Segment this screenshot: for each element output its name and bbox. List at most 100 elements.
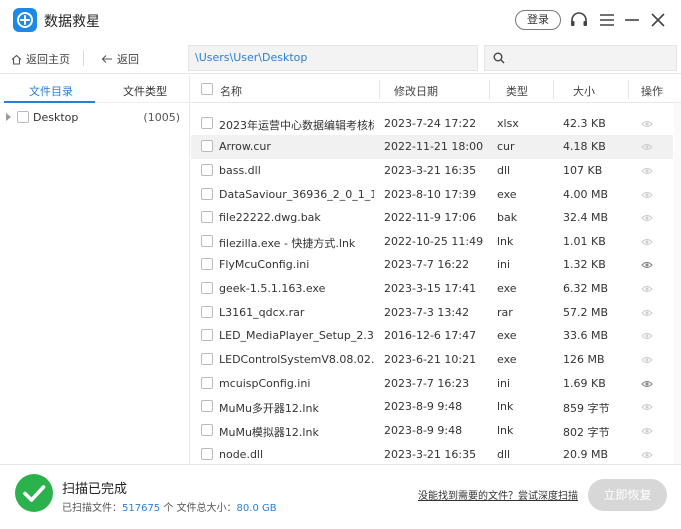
row-checkbox[interactable] [201,423,213,436]
navigation-bar: 返回主页 返回 \Users\User\Desktop [0,42,681,74]
table-row[interactable]: MuMu多开器12.lnk 2023-8-9 9:48 lnk 859 字节 [191,395,673,419]
table-row[interactable]: file22222.dwg.bak 2022-11-9 17:06 bak 32.4 … [191,206,673,230]
modified-date: 2023-3-15 17:41 [384,282,477,296]
scrollbar[interactable] [674,103,681,464]
file-type: xlsx [497,116,519,130]
menu-icon[interactable] [596,9,618,31]
deep-scan-link[interactable]: 没能找到需要的文件？尝试深度扫描 [418,487,578,502]
expand-arrow-icon[interactable] [6,113,11,121]
tree-checkbox[interactable] [17,111,29,123]
modified-date: 2023-7-7 16:23 [384,376,470,390]
tab-file-directory[interactable]: 文件目录 [29,83,73,99]
column-header-name[interactable]: 名称 [220,83,242,99]
row-checkbox[interactable] [201,187,213,200]
preview-eye-icon[interactable] [641,142,653,155]
preview-eye-icon[interactable] [641,450,653,463]
column-header-date[interactable]: 修改日期 [394,83,438,99]
row-checkbox[interactable] [201,353,213,365]
file-name: MuMu模拟器12.lnk [219,425,319,439]
support-headset-icon[interactable] [568,9,590,31]
preview-eye-icon[interactable] [641,402,653,415]
column-header-size[interactable]: 大小 [573,83,595,99]
modified-date: 2023-8-9 9:48 [384,400,463,414]
table-row[interactable]: filezilla.exe - 快捷方式.lnk 2022-10-25 11:49… [191,230,673,254]
row-checkbox[interactable] [201,140,213,153]
scan-summary: 已扫描文件：517675 个 文件总大小：80.0 GB [62,499,277,514]
file-name: MuMu多开器12.lnk [219,402,319,416]
file-name: bass.dll [219,163,261,177]
modified-date: 2023-3-21 16:35 [384,447,477,461]
app-title: 数据救星 [44,14,100,30]
back-button[interactable]: 返回 [101,51,139,67]
row-checkbox[interactable] [201,258,213,271]
column-divider [553,80,554,99]
row-checkbox[interactable] [201,376,213,389]
login-button[interactable]: 登录 [515,10,561,30]
file-name: FlyMcuConfig.ini [219,258,310,272]
table-row[interactable]: FlyMcuConfig.ini 2023-7-7 16:22 ini 1.32 KB [191,253,673,277]
table-row[interactable]: mcuispConfig.ini 2023-7-7 16:23 ini 1.69 KB [191,372,673,396]
home-button[interactable]: 返回主页 [11,51,70,67]
table-row[interactable]: geek-1.5.1.163.exe 2023-3-15 17:41 exe 6.32… [191,277,673,301]
row-checkbox[interactable] [201,234,213,247]
row-checkbox[interactable] [201,211,213,224]
table-row[interactable]: 2023年运营中心数据编辑考核标准. 2023-7-24 17:22 xlsx 42.… [191,112,673,136]
tab-file-type[interactable]: 文件类型 [123,83,167,99]
column-divider [489,80,490,99]
file-size: 4.18 KB [563,140,606,154]
file-name: filezilla.exe - 快捷方式.lnk [219,236,356,250]
preview-eye-icon[interactable] [641,308,653,321]
table-row[interactable]: node.dll 2023-3-21 16:35 dll 20.9 MB [191,443,673,464]
preview-eye-icon[interactable] [641,355,653,368]
column-header-type[interactable]: 类型 [506,83,528,99]
file-size: 4.00 MB [563,187,609,201]
preview-eye-icon[interactable] [641,379,653,392]
preview-eye-icon[interactable] [641,284,653,297]
modified-date: 2023-8-10 17:39 [384,187,477,201]
table-row[interactable]: LED_MediaPlayer_Setup_2.3.6.6... 2016-12-… [191,324,673,348]
preview-eye-icon[interactable] [641,260,653,273]
path-field[interactable]: \Users\User\Desktop [188,45,478,71]
table-row[interactable]: L3161_qdcx.rar 2023-7-3 13:42 rar 57.2 MB [191,301,673,325]
file-size: 1.01 KB [563,234,606,248]
file-size: 57.2 MB [563,305,609,319]
total-size: 80.0 GB [236,503,277,514]
scan-status-title: 扫描已完成 [62,482,128,497]
row-checkbox[interactable] [201,400,213,413]
left-tabs: 文件目录 文件类型 [0,76,189,103]
preview-eye-icon[interactable] [641,119,653,132]
close-icon[interactable] [647,9,669,31]
row-checkbox[interactable] [201,163,213,176]
recover-button[interactable]: 立即恢复 [588,479,667,511]
table-row[interactable]: bass.dll 2023-3-21 16:35 dll 107 KB [191,159,673,183]
row-checkbox[interactable] [201,329,213,342]
preview-eye-icon[interactable] [641,426,653,439]
preview-eye-icon[interactable] [641,331,653,344]
home-icon [11,54,22,65]
table-row[interactable]: MuMu模拟器12.lnk 2023-8-9 9:48 lnk 802 字节 [191,419,673,443]
preview-eye-icon[interactable] [641,213,653,226]
file-type: exe [497,353,517,366]
search-input[interactable] [484,45,677,71]
table-row[interactable]: LEDControlSystemV8.08.02.36.e.. 2023-6-21… [191,348,673,372]
row-checkbox[interactable] [201,116,213,129]
tree-item-label: Desktop [33,110,79,124]
table-row[interactable]: DataSaviour_36936_2_0_1_10.exe 2023-8-10 … [191,183,673,207]
tree-item-desktop[interactable]: Desktop (1005) [6,109,184,125]
modified-date: 2022-11-9 17:06 [384,211,477,225]
file-type: exe [497,329,517,343]
file-name: L3161_qdcx.rar [219,305,305,319]
modified-date: 2023-6-21 10:21 [384,353,477,366]
table-row[interactable]: Arrow.cur 2022-11-21 18:00 cur 4.18 KB [191,135,673,159]
row-checkbox[interactable] [201,282,213,295]
preview-eye-icon[interactable] [641,237,653,250]
select-all-checkbox[interactable] [201,83,213,95]
file-type: dll [497,163,511,177]
row-checkbox[interactable] [201,447,213,460]
preview-eye-icon[interactable] [641,190,653,203]
modified-date: 2023-8-9 9:48 [384,423,463,437]
minimize-icon[interactable] [621,9,643,31]
row-checkbox[interactable] [201,305,213,318]
preview-eye-icon[interactable] [641,166,653,179]
nav-divider [83,50,84,66]
